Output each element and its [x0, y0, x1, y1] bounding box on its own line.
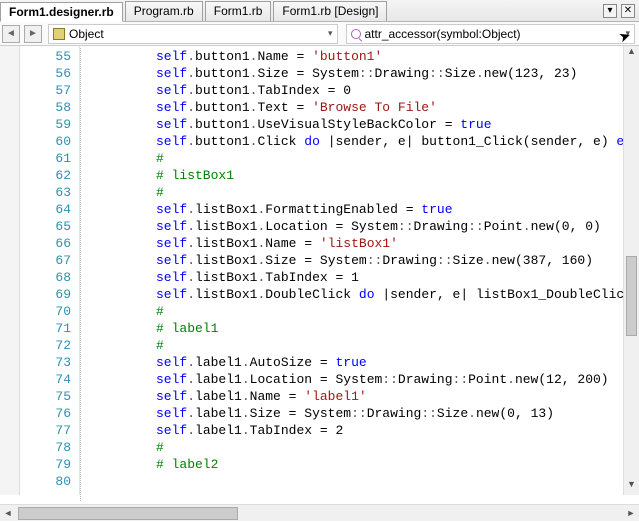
code-line[interactable]: # [80, 337, 639, 354]
horizontal-scroll-track[interactable] [16, 505, 623, 522]
scroll-up-button[interactable]: ▲ [624, 46, 639, 62]
tab-close-button[interactable]: ✕ [621, 4, 635, 18]
code-line[interactable]: # [80, 439, 639, 456]
chevron-down-icon: ▾ [328, 28, 333, 39]
code-line[interactable]: self.label1.TabIndex = 2 [80, 422, 639, 439]
code-line[interactable]: self.listBox1.Name = 'listBox1' [80, 235, 639, 252]
code-line[interactable]: # label1 [80, 320, 639, 337]
tab-form1[interactable]: Form1.rb [205, 1, 272, 21]
class-selector[interactable]: Object ▾ [48, 24, 338, 44]
horizontal-scrollbar[interactable]: ◄ ► [0, 504, 639, 521]
code-line[interactable]: self.button1.Text = 'Browse To File' [80, 99, 639, 116]
line-number: 63 [20, 184, 71, 201]
tab-bar: Form1.designer.rb Program.rb Form1.rb Fo… [0, 0, 639, 22]
code-line[interactable]: # listBox1 [80, 167, 639, 184]
code-line[interactable]: # [80, 303, 639, 320]
code-line[interactable]: self.listBox1.Location = System::Drawing… [80, 218, 639, 235]
vertical-scrollbar[interactable]: ▲ ▼ [623, 46, 639, 495]
cube-icon [53, 28, 65, 40]
code-line[interactable]: self.listBox1.TabIndex = 1 [80, 269, 639, 286]
line-number: 55 [20, 48, 71, 65]
line-number: 73 [20, 354, 71, 371]
line-number: 58 [20, 99, 71, 116]
line-number: 65 [20, 218, 71, 235]
tab-dropdown-button[interactable]: ▾ [603, 4, 617, 18]
code-line[interactable]: self.label1.Size = System::Drawing::Size… [80, 405, 639, 422]
line-number: 61 [20, 150, 71, 167]
lens-icon [351, 29, 361, 39]
code-line[interactable]: self.listBox1.FormattingEnabled = true [80, 201, 639, 218]
horizontal-scroll-thumb[interactable] [18, 507, 238, 520]
line-number: 70 [20, 303, 71, 320]
outline-rail [80, 48, 81, 501]
code-line[interactable]: # label2 [80, 456, 639, 473]
line-number: 75 [20, 388, 71, 405]
line-number: 66 [20, 235, 71, 252]
line-number: 71 [20, 320, 71, 337]
tab-program[interactable]: Program.rb [125, 1, 203, 21]
line-number: 72 [20, 337, 71, 354]
chevron-down-icon: ▾ [625, 28, 630, 39]
code-line[interactable]: self.listBox1.DoubleClick do |sender, e|… [80, 286, 639, 303]
nav-forward-button[interactable]: ► [24, 25, 42, 43]
line-number: 74 [20, 371, 71, 388]
line-number: 56 [20, 65, 71, 82]
code-line[interactable]: self.button1.Size = System::Drawing::Siz… [80, 65, 639, 82]
line-number: 79 [20, 456, 71, 473]
code-line[interactable]: self.label1.Location = System::Drawing::… [80, 371, 639, 388]
line-number: 78 [20, 439, 71, 456]
indicator-margin [0, 46, 20, 495]
line-number: 68 [20, 269, 71, 286]
scroll-right-button[interactable]: ► [623, 508, 639, 518]
line-number-gutter: 5556575859606162636465666768697071727374… [20, 46, 80, 495]
scroll-left-button[interactable]: ◄ [0, 508, 16, 518]
member-selector-label: attr_accessor(symbol:Object) [365, 27, 521, 41]
code-line[interactable]: # [80, 150, 639, 167]
vertical-scroll-thumb[interactable] [626, 256, 637, 336]
line-number: 76 [20, 405, 71, 422]
code-line[interactable]: self.label1.Name = 'label1' [80, 388, 639, 405]
tab-form1-design[interactable]: Form1.rb [Design] [273, 1, 387, 21]
tab-form1-designer[interactable]: Form1.designer.rb [0, 2, 123, 22]
line-number: 69 [20, 286, 71, 303]
line-number: 80 [20, 473, 71, 490]
line-number: 57 [20, 82, 71, 99]
code-line[interactable]: # [80, 184, 639, 201]
code-area[interactable]: self.button1.Name = 'button1'self.button… [80, 46, 639, 495]
class-selector-label: Object [69, 27, 104, 41]
code-line[interactable]: self.listBox1.Size = System::Drawing::Si… [80, 252, 639, 269]
code-line[interactable]: self.button1.Name = 'button1' [80, 48, 639, 65]
scroll-down-button[interactable]: ▼ [624, 479, 639, 495]
code-editor[interactable]: 5556575859606162636465666768697071727374… [0, 46, 639, 495]
line-number: 59 [20, 116, 71, 133]
line-number: 62 [20, 167, 71, 184]
code-line[interactable]: self.button1.TabIndex = 0 [80, 82, 639, 99]
line-number: 64 [20, 201, 71, 218]
code-line[interactable]: self.button1.Click do |sender, e| button… [80, 133, 639, 150]
line-number: 67 [20, 252, 71, 269]
nav-bar: ◄ ► Object ▾ attr_accessor(symbol:Object… [0, 22, 639, 46]
code-line[interactable]: self.label1.AutoSize = true [80, 354, 639, 371]
line-number: 77 [20, 422, 71, 439]
line-number: 60 [20, 133, 71, 150]
nav-back-button[interactable]: ◄ [2, 25, 20, 43]
member-selector[interactable]: attr_accessor(symbol:Object) ▾ [346, 24, 636, 44]
code-line[interactable] [80, 473, 639, 490]
code-line[interactable]: self.button1.UseVisualStyleBackColor = t… [80, 116, 639, 133]
